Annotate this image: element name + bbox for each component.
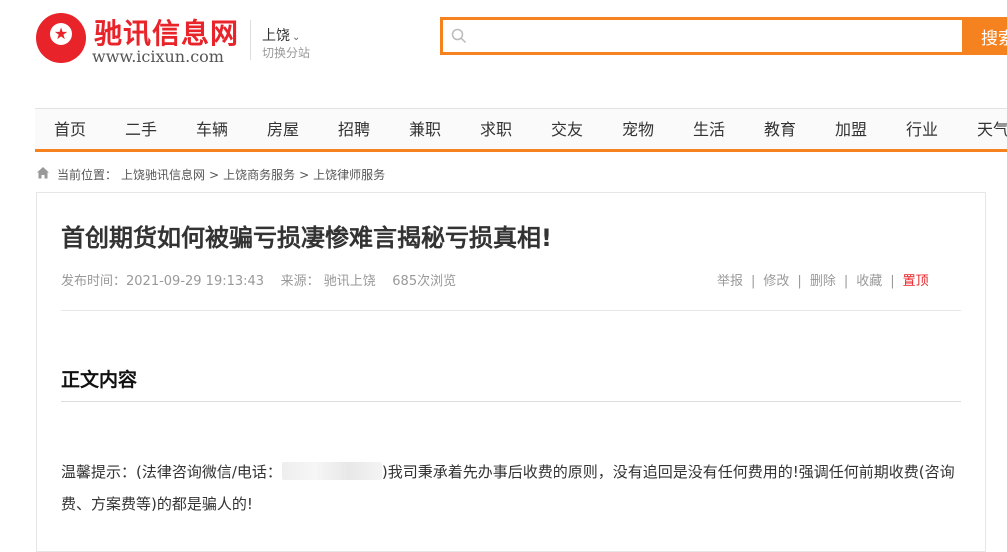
paragraph-lead: 温馨提示：(法律咨询微信/电话： <box>61 463 282 481</box>
switch-city-link[interactable]: 切换分站 <box>262 44 310 61</box>
main-nav: 首页 二手 车辆 房屋 招聘 兼职 求职 交友 宠物 生活 教育 加盟 行业 天… <box>35 108 1007 152</box>
breadcrumb: 当前位置： 上饶驰讯信息网 > 上饶商务服务 > 上饶律师服务 <box>57 166 389 183</box>
nav-item-home[interactable]: 首页 <box>54 109 86 150</box>
action-separator: | <box>890 274 895 289</box>
site-domain: www.icixun.com <box>92 47 224 66</box>
breadcrumb-item-lawyer[interactable]: 上饶律师服务 <box>313 168 385 182</box>
favorite-link[interactable]: 收藏 <box>856 274 882 289</box>
nav-item-life[interactable]: 生活 <box>693 109 725 150</box>
article-actions: 举报 | 修改 | 删除 | 收藏 | 置顶 <box>717 270 929 289</box>
nav-item-secondhand[interactable]: 二手 <box>125 109 157 150</box>
nav-item-housing[interactable]: 房屋 <box>267 109 299 150</box>
publish-time: 发布时间：2021-09-29 19:13:43 <box>61 274 265 289</box>
action-separator: | <box>843 274 849 289</box>
search-icon <box>451 28 467 44</box>
search-button[interactable]: 搜索 <box>965 17 1007 55</box>
article-source: 来源： 驰讯上饶 <box>280 274 376 289</box>
nav-item-weather[interactable]: 天气 <box>977 109 1007 150</box>
nav-item-jobseek[interactable]: 求职 <box>480 109 512 150</box>
star-icon: ★ <box>53 24 69 43</box>
breadcrumb-separator: > <box>209 168 220 182</box>
breadcrumb-item-site[interactable]: 上饶驰讯信息网 <box>121 168 205 182</box>
nav-item-parttime[interactable]: 兼职 <box>409 109 441 150</box>
nav-item-franchise[interactable]: 加盟 <box>835 109 867 150</box>
nav-item-pets[interactable]: 宠物 <box>622 109 654 150</box>
delete-link[interactable]: 删除 <box>810 274 836 289</box>
meta-divider <box>61 310 961 311</box>
nav-item-vehicles[interactable]: 车辆 <box>196 109 228 150</box>
site-name[interactable]: 驰讯信息网 <box>94 12 239 52</box>
action-separator: | <box>751 274 756 289</box>
breadcrumb-prefix: 当前位置： <box>57 168 118 182</box>
view-count: 685次浏览 <box>392 274 457 289</box>
section-title: 正文内容 <box>61 369 138 391</box>
article-title: 首创期货如何被骗亏损凄惨难言揭秘亏损真相! <box>61 224 552 252</box>
site-logo[interactable]: ★ <box>36 13 86 63</box>
city-selector[interactable]: 上饶 ⌄ <box>262 25 300 45</box>
article-meta: 发布时间：2021-09-29 19:13:43 来源： 驰讯上饶 685次浏览 <box>61 270 456 289</box>
breadcrumb-separator: > <box>299 168 310 182</box>
report-link[interactable]: 举报 <box>717 274 743 289</box>
article-paragraph: 温馨提示：(法律咨询微信/电话：)我司秉承着先办事后收费的原则，没有追回是没有任… <box>61 456 966 520</box>
chevron-down-icon: ⌄ <box>292 32 301 43</box>
nav-item-industry[interactable]: 行业 <box>906 109 938 150</box>
breadcrumb-item-business[interactable]: 上饶商务服务 <box>223 168 295 182</box>
section-divider <box>61 401 961 402</box>
home-icon <box>37 167 49 179</box>
edit-link[interactable]: 修改 <box>763 274 789 289</box>
action-separator: | <box>797 274 802 289</box>
redacted-contact <box>281 462 382 480</box>
nav-item-education[interactable]: 教育 <box>764 109 796 150</box>
search-input[interactable] <box>475 22 959 52</box>
nav-item-dating[interactable]: 交友 <box>551 109 583 150</box>
pin-top-link[interactable]: 置顶 <box>903 274 929 289</box>
header-divider <box>250 20 251 60</box>
city-name: 上饶 <box>262 28 290 44</box>
nav-item-recruiting[interactable]: 招聘 <box>338 109 370 150</box>
